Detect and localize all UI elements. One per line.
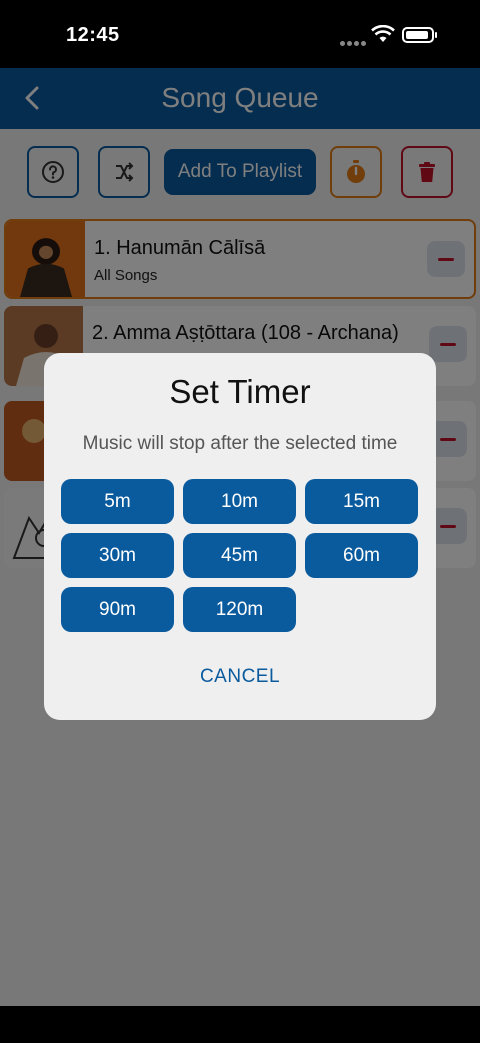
timer-option-45m[interactable]: 45m (183, 533, 296, 578)
cancel-button[interactable]: CANCEL (44, 666, 436, 688)
dialog-message: Music will stop after the selected time (82, 433, 398, 454)
timer-option-15m[interactable]: 15m (305, 479, 418, 524)
dialog-title: Set Timer (169, 373, 311, 410)
timer-option-60m[interactable]: 60m (305, 533, 418, 578)
timer-option-120m[interactable]: 120m (183, 587, 296, 632)
home-indicator-area (0, 1006, 480, 1043)
timer-option-5m[interactable]: 5m (61, 479, 174, 524)
wifi-icon (371, 25, 395, 42)
signal-icon (340, 33, 368, 51)
status-bar: 12:45 (0, 0, 480, 68)
set-timer-dialog: Set Timer Music will stop after the sele… (44, 353, 436, 720)
battery-icon (402, 27, 437, 43)
status-time: 12:45 (66, 24, 120, 46)
timer-option-90m[interactable]: 90m (61, 587, 174, 632)
timer-option-10m[interactable]: 10m (183, 479, 296, 524)
timer-option-30m[interactable]: 30m (61, 533, 174, 578)
